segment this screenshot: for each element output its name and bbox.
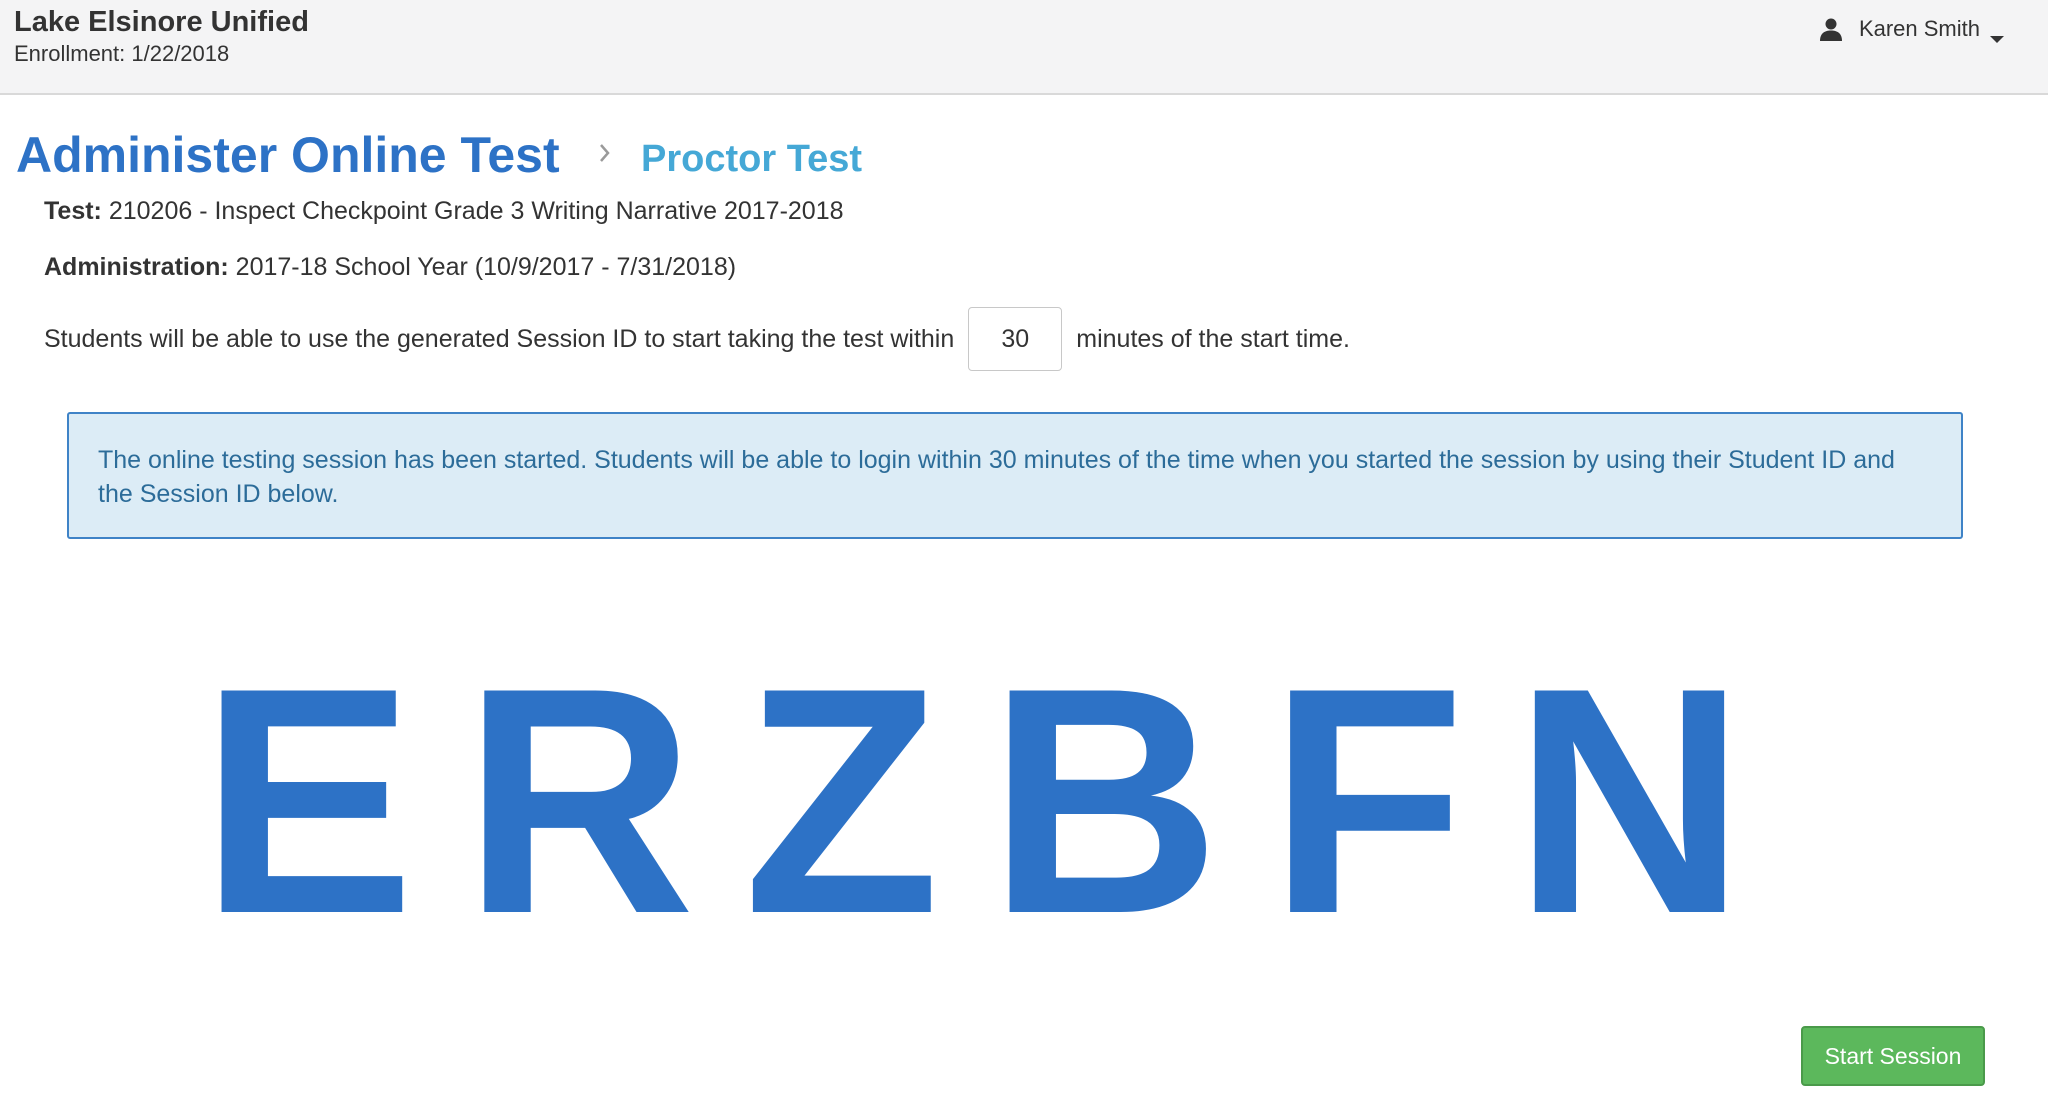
session-id-display: E R Z B F N xyxy=(200,622,1794,981)
session-started-alert: The online testing session has been star… xyxy=(67,412,1963,539)
breadcrumb-current[interactable]: Proctor Test xyxy=(641,138,862,181)
session-id-character: E xyxy=(200,622,415,981)
session-window-row: Students will be able to use the generat… xyxy=(44,307,1350,371)
enrollment-date: Enrollment: 1/22/2018 xyxy=(14,41,230,66)
session-window-text-after: minutes of the start time. xyxy=(1076,324,1350,353)
administration-value: 2017-18 School Year (10/9/2017 - 7/31/20… xyxy=(235,253,737,281)
user-menu[interactable]: Karen Smith xyxy=(1819,14,2004,44)
top-header-bar: Lake Elsinore Unified Enrollment: 1/22/2… xyxy=(0,0,2048,95)
test-value: 210206 - Inspect Checkpoint Grade 3 Writ… xyxy=(108,197,844,225)
minutes-input[interactable] xyxy=(968,307,1063,371)
administration-info: Administration: 2017-18 School Year (10/… xyxy=(44,253,736,282)
user-icon xyxy=(1819,17,1843,41)
district-name: Lake Elsinore Unified xyxy=(14,6,309,38)
session-id-character: R xyxy=(462,622,696,981)
user-name: Karen Smith xyxy=(1858,16,1980,41)
session-id-character: F xyxy=(1268,622,1466,981)
test-info: Test: 210206 - Inspect Checkpoint Grade … xyxy=(44,197,844,226)
session-id-character: B xyxy=(988,622,1221,981)
caret-down-icon xyxy=(1990,24,2004,43)
administration-label: Administration: xyxy=(44,253,229,281)
session-id-character: Z xyxy=(743,622,941,981)
alert-message: The online testing session has been star… xyxy=(98,446,1895,508)
session-id-character: N xyxy=(1513,622,1746,981)
session-window-text-before: Students will be able to use the generat… xyxy=(44,324,955,353)
page-title[interactable]: Administer Online Test xyxy=(16,126,560,184)
test-label: Test: xyxy=(44,197,102,225)
start-session-button[interactable]: Start Session xyxy=(1801,1026,1985,1086)
chevron-right-icon xyxy=(598,142,612,164)
